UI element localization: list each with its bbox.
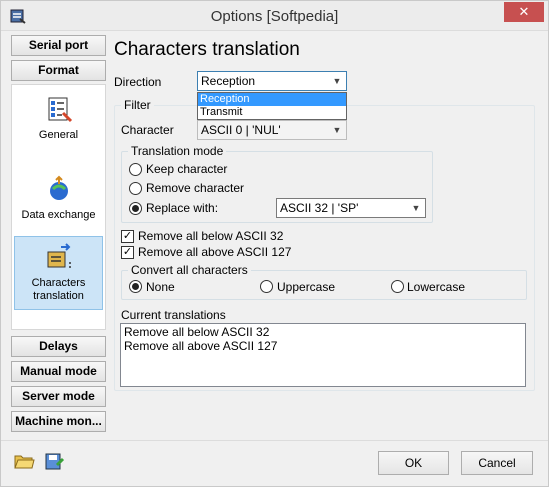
chevron-down-icon: ▼ (411, 203, 421, 213)
ok-button[interactable]: OK (378, 451, 449, 475)
current-translations-label: Current translations (121, 308, 226, 322)
replace-with-select[interactable]: ASCII 32 | 'SP' ▼ (276, 198, 426, 218)
nav-format-button[interactable]: Format (11, 60, 106, 81)
remove-below-32-label: Remove all below ASCII 32 (138, 229, 284, 243)
direction-option-reception[interactable]: Reception (198, 93, 346, 106)
convert-lowercase-label: Lowercase (407, 280, 466, 294)
close-icon: ✕ (518, 4, 530, 19)
window-title: Options [Softpedia] (210, 8, 339, 25)
replace-with-value: ASCII 32 | 'SP' (280, 201, 359, 215)
nav-serial-port-button[interactable]: Serial port (11, 35, 106, 56)
filter-group-title: Filter (121, 98, 154, 112)
nav-server-mode-button[interactable]: Server mode (11, 386, 106, 407)
convert-group-title: Convert all characters (128, 263, 251, 277)
close-button[interactable]: ✕ (504, 2, 544, 22)
convert-uppercase-label: Uppercase (277, 280, 336, 294)
nav-item-data-exchange[interactable]: Data exchange (14, 175, 103, 223)
current-translations-list[interactable]: Remove all below ASCII 32 Remove all abo… (120, 323, 526, 387)
character-value: ASCII 0 | 'NUL' (201, 123, 281, 137)
open-folder-icon[interactable] (13, 450, 35, 472)
direction-option-transmit[interactable]: Transmit (198, 106, 346, 119)
radio-keep-character[interactable] (129, 163, 142, 176)
save-icon[interactable] (43, 450, 65, 472)
checkbox-remove-below-32[interactable]: ✓ (121, 230, 134, 243)
list-item[interactable]: Remove all below ASCII 32 (124, 325, 522, 339)
nav-manual-mode-button[interactable]: Manual mode (11, 361, 106, 382)
character-select[interactable]: ASCII 0 | 'NUL' ▼ (197, 120, 347, 140)
direction-select[interactable]: Reception ▼ (197, 71, 347, 91)
data-exchange-icon (49, 175, 68, 200)
direction-label: Direction (114, 75, 162, 89)
convert-none-label: None (146, 280, 175, 294)
options-window: Options [Softpedia] ✕ Serial port Format… (0, 0, 549, 487)
keep-character-label: Keep character (146, 162, 228, 176)
nav-delays-button[interactable]: Delays (11, 336, 106, 357)
direction-value: Reception (201, 74, 256, 88)
nav-panel: General Data exchange Characters transla… (11, 84, 106, 330)
general-settings-icon (48, 97, 72, 123)
chevron-down-icon: ▼ (332, 76, 342, 86)
direction-dropdown-list: Reception Transmit (197, 92, 347, 120)
page-title: Characters translation (114, 39, 300, 60)
radio-convert-none[interactable] (129, 280, 142, 293)
footer-divider (1, 440, 548, 441)
character-label: Character (121, 123, 174, 137)
nav-machine-mon-button[interactable]: Machine mon... (11, 411, 106, 432)
nav-item-label: General (38, 129, 79, 141)
nav-item-label: Characters translation (31, 277, 86, 302)
radio-replace-with[interactable] (129, 202, 142, 215)
checkbox-remove-above-127[interactable]: ✓ (121, 246, 134, 259)
radio-convert-lowercase[interactable] (391, 280, 404, 293)
remove-above-127-label: Remove all above ASCII 127 (138, 245, 292, 259)
chevron-down-icon: ▼ (332, 125, 342, 135)
translation-mode-title: Translation mode (128, 144, 227, 158)
cancel-button[interactable]: Cancel (461, 451, 533, 475)
nav-item-general[interactable]: General (14, 95, 103, 147)
radio-remove-character[interactable] (129, 182, 142, 195)
list-item[interactable]: Remove all above ASCII 127 (124, 339, 522, 353)
nav-item-label: Data exchange (21, 209, 96, 221)
title-bar: Options [Softpedia] ✕ (1, 1, 548, 31)
remove-character-label: Remove character (146, 181, 245, 195)
replace-with-label: Replace with: (146, 201, 219, 215)
radio-convert-uppercase[interactable] (260, 280, 273, 293)
characters-translation-icon (47, 243, 71, 268)
nav-item-characters-translation[interactable]: Characters translation (14, 236, 103, 310)
